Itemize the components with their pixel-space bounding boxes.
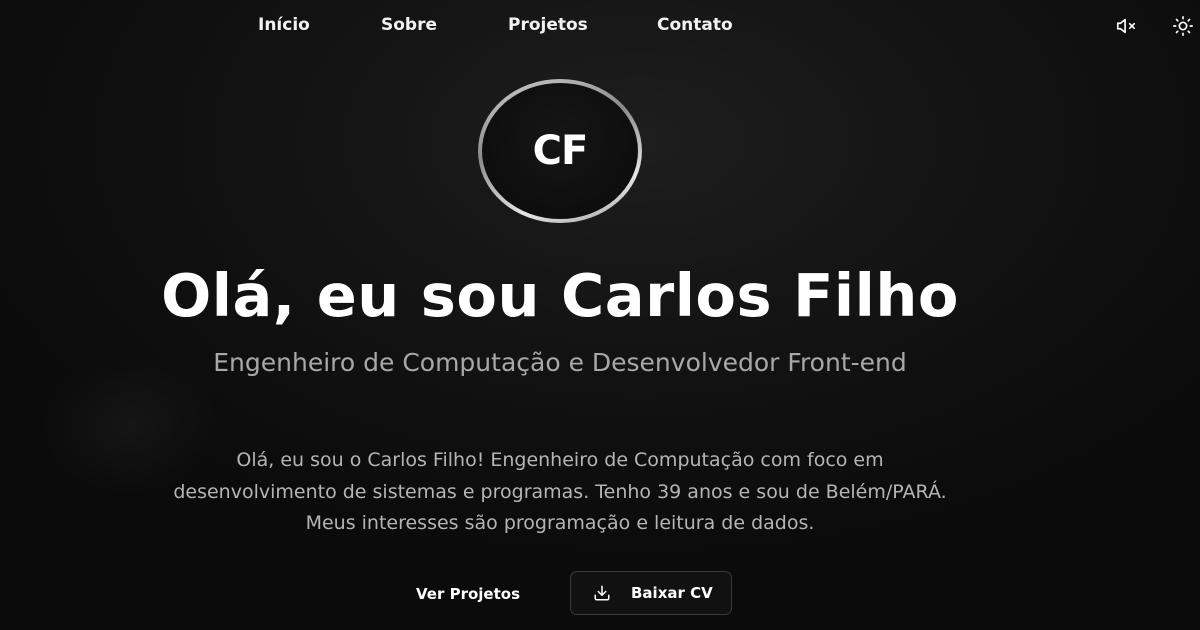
sun-icon — [1173, 16, 1193, 36]
mute-toggle-button[interactable] — [1115, 15, 1137, 37]
hero-title: Olá, eu sou Carlos Filho — [161, 261, 959, 330]
nav-link-contato[interactable]: Contato — [657, 15, 733, 35]
avatar: CF — [478, 79, 642, 223]
top-navigation: Início Sobre Projetos Contato — [0, 0, 1200, 54]
hero-subtitle: Engenheiro de Computação e Desenvolvedor… — [213, 348, 907, 377]
nav-link-projetos[interactable]: Projetos — [508, 15, 588, 35]
bio-line: Meus interesses são programação e leitur… — [305, 512, 815, 534]
speaker-muted-icon — [1116, 18, 1136, 34]
hero-bio: Olá, eu sou o Carlos Filho! Engenheiro d… — [80, 445, 1040, 540]
theme-toggle-button[interactable] — [1172, 15, 1194, 37]
download-cv-label: Baixar CV — [631, 584, 713, 602]
view-projects-button[interactable]: Ver Projetos — [400, 572, 536, 615]
download-icon — [593, 584, 611, 602]
nav-link-inicio[interactable]: Início — [258, 15, 310, 35]
avatar-initials: CF — [532, 128, 589, 174]
bio-line: Olá, eu sou o Carlos Filho! Engenheiro d… — [236, 449, 884, 471]
avatar-circle: CF — [482, 83, 638, 219]
nav-link-sobre[interactable]: Sobre — [381, 15, 437, 35]
bio-line: desenvolvimento de sistemas e programas.… — [173, 480, 947, 503]
portfolio-page: Início Sobre Projetos Contato CF Olá, eu… — [0, 0, 1200, 630]
download-cv-button[interactable]: Baixar CV — [570, 571, 732, 615]
